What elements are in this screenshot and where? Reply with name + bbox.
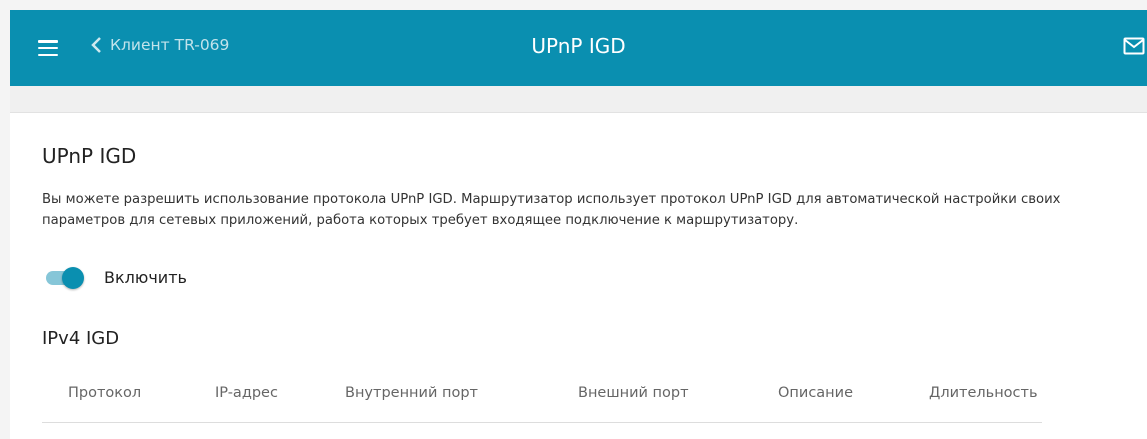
- table-header: Протокол IP-адрес Внутренний порт Внешни…: [42, 375, 1042, 423]
- column-header-description[interactable]: Описание: [778, 385, 853, 401]
- column-header-internal-port[interactable]: Внутренний порт: [345, 385, 478, 401]
- content-card: UPnP IGD Вы можете разрешить использован…: [10, 113, 1147, 439]
- section-description: Вы можете разрешить использование проток…: [42, 192, 1061, 228]
- mail-icon[interactable]: [1123, 36, 1145, 56]
- column-header-protocol[interactable]: Протокол: [68, 385, 141, 401]
- column-header-duration[interactable]: Длительность: [929, 385, 1038, 401]
- back-link-label: Клиент TR-069: [110, 36, 230, 54]
- toggle-label: Включить: [104, 268, 187, 287]
- enable-toggle[interactable]: Включить: [46, 266, 187, 289]
- chevron-left-icon: [91, 37, 101, 53]
- ipv4-igd-title: IPv4 IGD: [42, 328, 120, 349]
- toggle-switch[interactable]: [46, 266, 84, 289]
- header-spacer: [10, 86, 1147, 113]
- column-header-external-port[interactable]: Внешний порт: [578, 385, 689, 401]
- menu-icon[interactable]: [38, 40, 58, 56]
- toggle-knob: [62, 266, 84, 289]
- section-title: UPnP IGD: [42, 144, 137, 168]
- column-header-ip[interactable]: IP-адрес: [215, 385, 278, 401]
- back-link[interactable]: Клиент TR-069: [90, 36, 229, 54]
- top-bar: Клиент TR-069 UPnP IGD: [10, 10, 1147, 86]
